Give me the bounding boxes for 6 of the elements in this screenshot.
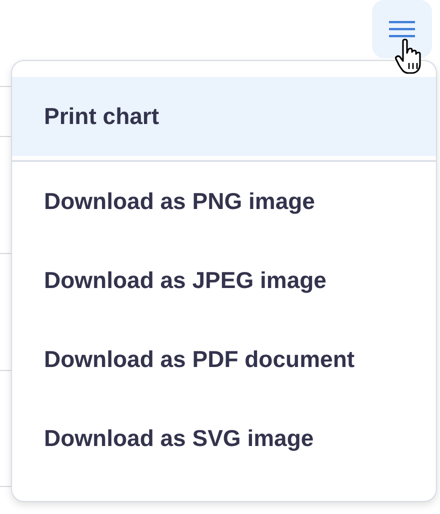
menu-item[interactable]: Download as PDF document <box>12 320 436 399</box>
menu-item[interactable]: Print chart <box>12 77 436 156</box>
menu-item[interactable]: Download as JPEG image <box>12 241 436 320</box>
menu-icon <box>388 19 416 39</box>
menu-item[interactable]: Download as PNG image <box>12 162 436 241</box>
menu-item[interactable]: Download as SVG image <box>12 399 436 478</box>
